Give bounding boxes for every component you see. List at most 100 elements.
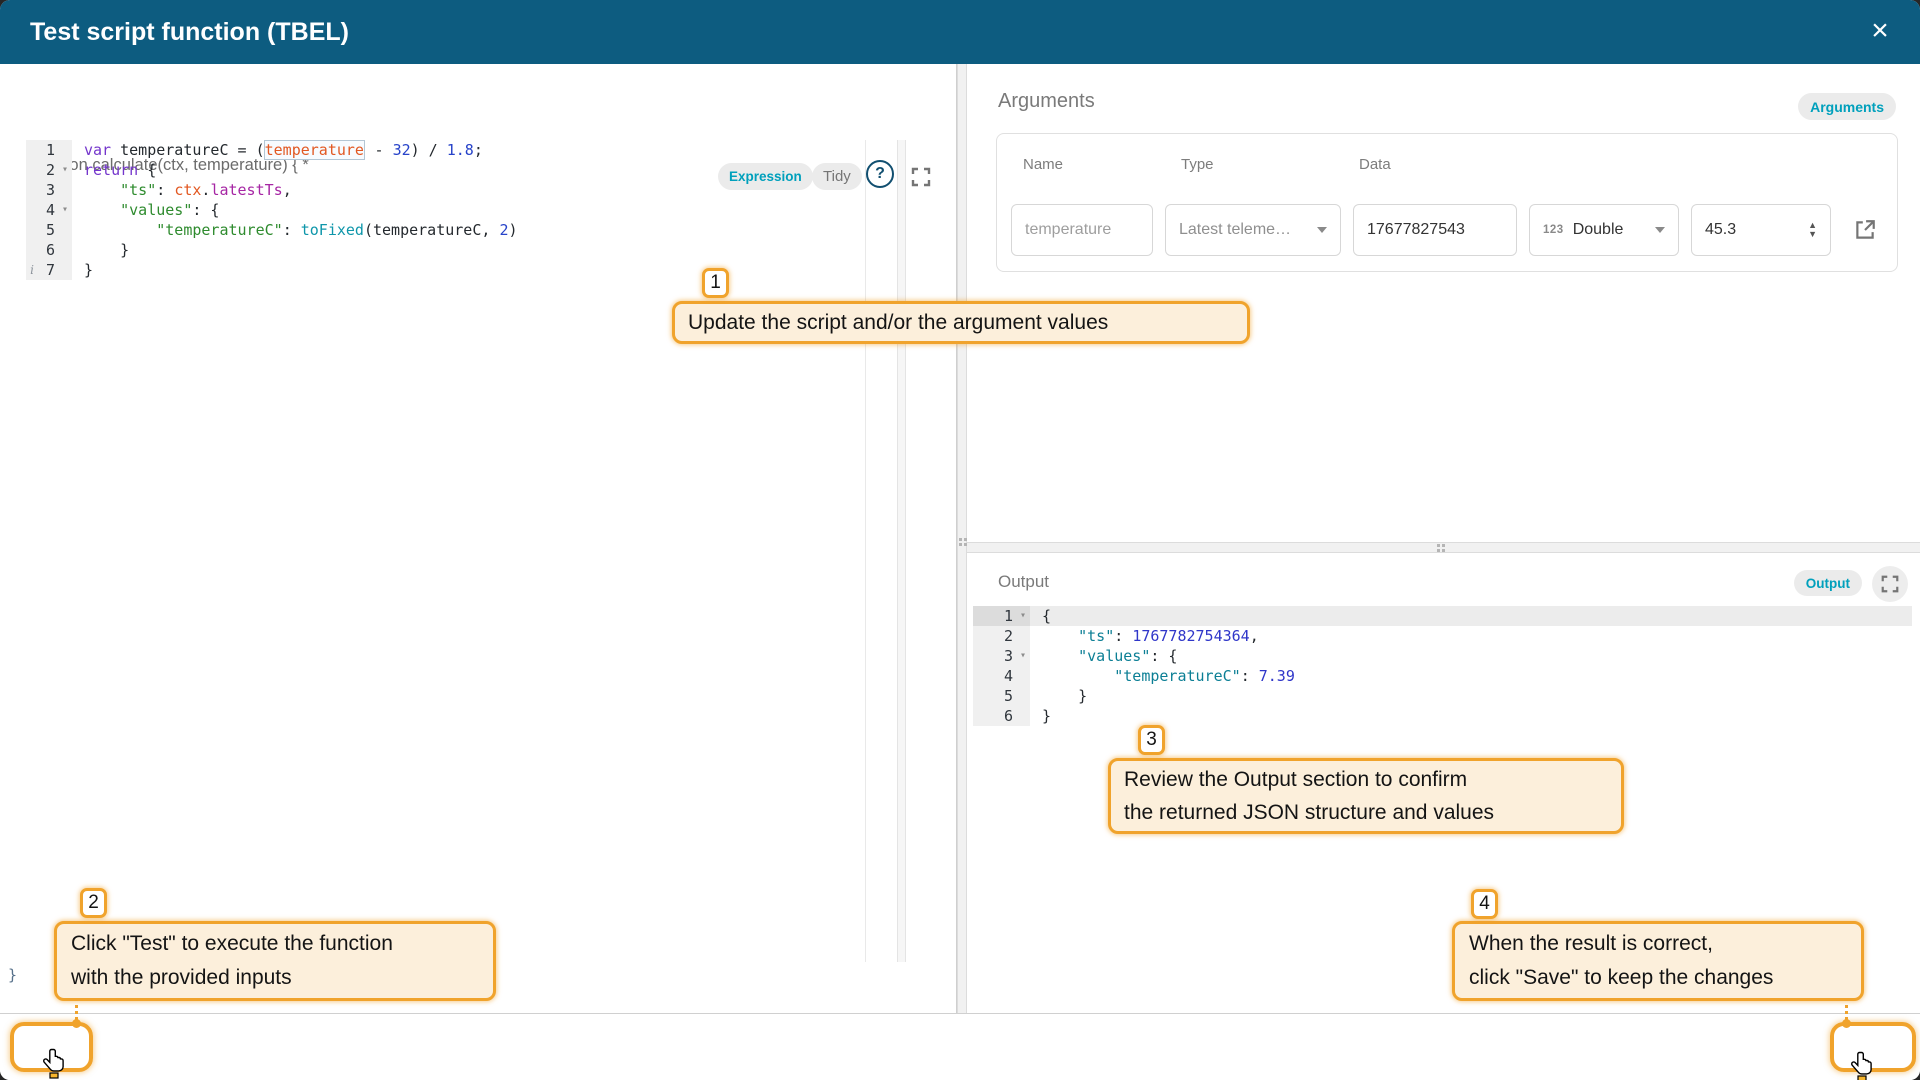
vertical-splitter[interactable] <box>957 64 967 1013</box>
fold-icon[interactable]: ▾ <box>1016 606 1030 626</box>
code-line[interactable]: 2▾return { <box>0 160 957 180</box>
number-stepper[interactable]: ▲▼ <box>1808 221 1817 239</box>
editor-scrollbar[interactable] <box>897 140 906 962</box>
code-text[interactable]: var temperatureC = (temperature - 32) / … <box>72 140 483 160</box>
line-number: 2 <box>985 626 1016 646</box>
numeric-type-icon: 123 <box>1543 224 1564 236</box>
script-code-editor[interactable]: 1 var temperatureC = (temperature - 32) /… <box>0 140 957 280</box>
chevron-down-icon <box>1655 227 1665 233</box>
output-badge: Output <box>1794 570 1862 596</box>
fold-icon[interactable]: ▾ <box>1016 646 1030 666</box>
callout-3: Review the Output section to confirm the… <box>1108 758 1624 834</box>
code-line[interactable]: i7} <box>0 260 957 280</box>
callout-2-text-line1: Click "Test" to execute the function <box>71 927 479 961</box>
code-text[interactable]: "temperatureC": toFixed(temperatureC, 2) <box>72 220 518 240</box>
dialog-header: Test script function (TBEL) × <box>0 0 1920 64</box>
print-margin-line <box>865 140 866 962</box>
line-number: 6 <box>38 240 58 260</box>
code-text[interactable]: "ts": ctx.latestTs, <box>72 180 292 200</box>
code-line: 2 "ts": 1767782754364, <box>973 626 1912 646</box>
code-text: "values": { <box>1030 646 1177 666</box>
gutter: 3 <box>26 180 72 200</box>
gutter: i7 <box>26 260 72 280</box>
argument-name-value: temperature <box>1025 221 1111 239</box>
test-script-dialog: Test script function (TBEL) × function c… <box>0 0 1920 1080</box>
output-title: Output <box>998 572 1049 592</box>
gutter: 1 <box>26 140 72 160</box>
callout-1-number: 1 <box>702 268 729 298</box>
dialog-title: Test script function (TBEL) <box>30 0 349 64</box>
argument-timestamp-value: 17677827543 <box>1367 221 1465 239</box>
fold-icon[interactable]: ▾ <box>58 200 72 220</box>
gutter: 6 <box>973 706 1030 726</box>
code-line[interactable]: 4▾ "values": { <box>0 200 957 220</box>
line-number: 1 <box>38 140 58 160</box>
drag-handle-icon <box>1437 544 1445 552</box>
gutter: 6 <box>26 240 72 260</box>
close-icon[interactable]: × <box>1864 16 1896 48</box>
code-line: 1▾{ <box>973 606 1912 626</box>
spinner-down-icon: ▼ <box>1808 230 1817 239</box>
code-text[interactable]: } <box>72 260 93 280</box>
fold-icon[interactable]: ▾ <box>58 160 72 180</box>
drag-handle-icon <box>959 538 967 546</box>
info-icon: i <box>26 260 38 280</box>
code-line: 3▾ "values": { <box>973 646 1912 666</box>
code-line[interactable]: 6 } <box>0 240 957 260</box>
argument-name-input[interactable]: temperature <box>1011 204 1153 256</box>
horizontal-splitter[interactable] <box>967 542 1920 553</box>
code-text: "temperatureC": 7.39 <box>1030 666 1295 686</box>
argument-type-value: Latest teleme… <box>1179 221 1291 239</box>
gutter: 1▾ <box>973 606 1030 626</box>
gutter: 3▾ <box>973 646 1030 666</box>
gutter: 4▾ <box>26 200 72 220</box>
line-number: 3 <box>38 180 58 200</box>
code-line: 6} <box>973 706 1912 726</box>
fullscreen-icon[interactable] <box>1872 566 1908 602</box>
callout-4-number: 4 <box>1471 889 1498 919</box>
code-line: 5 } <box>973 686 1912 706</box>
arguments-table: Name Type Data temperature Latest teleme… <box>996 133 1898 272</box>
code-text: "ts": 1767782754364, <box>1030 626 1259 646</box>
code-text[interactable]: "values": { <box>72 200 219 220</box>
code-line[interactable]: 3 "ts": ctx.latestTs, <box>0 180 957 200</box>
gutter: 5 <box>973 686 1030 706</box>
line-number: 5 <box>38 220 58 240</box>
line-number: 5 <box>985 686 1016 706</box>
code-line[interactable]: 1 var temperatureC = (temperature - 32) /… <box>0 140 957 160</box>
code-line[interactable]: 5 "temperatureC": toFixed(temperatureC, … <box>0 220 957 240</box>
argument-value: 45.3 <box>1705 221 1736 239</box>
callout-2: Click "Test" to execute the function wit… <box>54 921 496 1001</box>
column-header-type: Type <box>1181 156 1214 173</box>
code-text: } <box>1030 706 1051 726</box>
callout-2-text-line2: with the provided inputs <box>71 961 479 995</box>
argument-value-type: Double <box>1573 221 1624 239</box>
callout-3-text-line2: the returned JSON structure and values <box>1124 796 1608 829</box>
callout-4-connector <box>1845 998 1848 1020</box>
line-number: 7 <box>38 260 58 280</box>
callout-2-connector <box>75 998 78 1020</box>
dialog-footer: Test Cancel Save <box>0 1014 1920 1080</box>
gutter: 5 <box>26 220 72 240</box>
argument-value-type-select[interactable]: 123 Double <box>1529 204 1679 256</box>
chevron-down-icon <box>1317 227 1327 233</box>
callout-4-text-line2: click "Save" to keep the changes <box>1469 961 1847 995</box>
callout-4: When the result is correct, click "Save"… <box>1452 921 1864 1001</box>
code-text[interactable]: } <box>72 240 129 260</box>
callout-4-connector-dot <box>1842 1019 1851 1028</box>
open-in-new-icon[interactable] <box>1853 218 1877 242</box>
argument-value-input[interactable]: 45.3 ▲▼ <box>1691 204 1831 256</box>
argument-timestamp-input[interactable]: 17677827543 <box>1353 204 1517 256</box>
code-text: } <box>1030 686 1087 706</box>
line-number: 3 <box>985 646 1016 666</box>
argument-type-select[interactable]: Latest teleme… <box>1165 204 1341 256</box>
code-text[interactable]: return { <box>72 160 156 180</box>
code-line: 4 "temperatureC": 7.39 <box>973 666 1912 686</box>
callout-2-number: 2 <box>80 888 107 918</box>
line-number: 4 <box>38 200 58 220</box>
callout-2-connector-dot <box>72 1019 81 1028</box>
output-code-viewer: 1▾{2 "ts": 1767782754364,3▾ "values": {4… <box>973 606 1912 726</box>
line-number: 2 <box>38 160 58 180</box>
arguments-badge: Arguments <box>1798 93 1896 120</box>
code-text: { <box>1030 606 1051 626</box>
